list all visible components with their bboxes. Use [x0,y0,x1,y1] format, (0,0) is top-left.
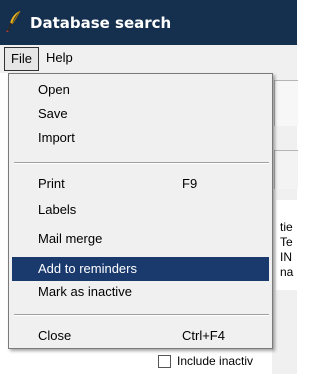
menu-separator [14,314,269,316]
menu-item-label: Open [38,82,70,97]
help-menu[interactable]: Help [40,47,79,69]
menu-separator [14,162,269,164]
include-inactive-option[interactable]: Include inactiv [158,352,253,370]
background-text-line: Te [280,235,293,249]
menu-item-label: Add to reminders [38,261,137,276]
menu-item-mail-merge[interactable]: Mail merge [12,227,269,251]
menu-item-label: Mark as inactive [38,284,132,299]
menu-item-close[interactable]: Close Ctrl+F4 [12,324,269,348]
feather-quill-icon [6,10,21,32]
menu-item-shortcut: F9 [182,176,198,191]
menu-item-add-to-reminders[interactable]: Add to reminders [12,257,269,281]
title-bar: Database search [0,0,297,45]
menu-item-label: Close [38,328,72,343]
menu-bar: File Help [0,45,297,73]
menu-item-mark-as-inactive[interactable]: Mark as inactive [12,280,269,304]
background-button[interactable] [274,150,298,189]
menu-item-labels[interactable]: Labels [12,198,269,222]
menu-item-open[interactable]: Open [12,78,269,102]
menu-item-shortcut: Ctrl+F4 [182,328,225,343]
background-text-line: na [280,265,294,279]
file-dropdown-menu: Open Save Import Print F9 Labels Mail me… [8,73,273,349]
window-title: Database search [30,14,172,32]
menu-item-label: Import [38,130,75,145]
menu-item-save[interactable]: Save [12,102,269,126]
background-text-line: tie [280,220,293,234]
menu-item-label: Save [38,106,68,121]
menu-item-label: Print [38,176,65,191]
menu-item-print[interactable]: Print F9 [12,172,269,196]
include-inactive-checkbox[interactable] [158,355,171,369]
file-menu[interactable]: File [4,47,39,71]
background-text-line: IN [280,250,292,264]
menu-item-label: Labels [38,202,77,217]
include-inactive-label: Include inactiv [177,354,254,368]
menu-item-label: Mail merge [38,231,103,246]
background-toolbar-box [274,80,298,126]
menu-item-import[interactable]: Import [12,126,269,150]
